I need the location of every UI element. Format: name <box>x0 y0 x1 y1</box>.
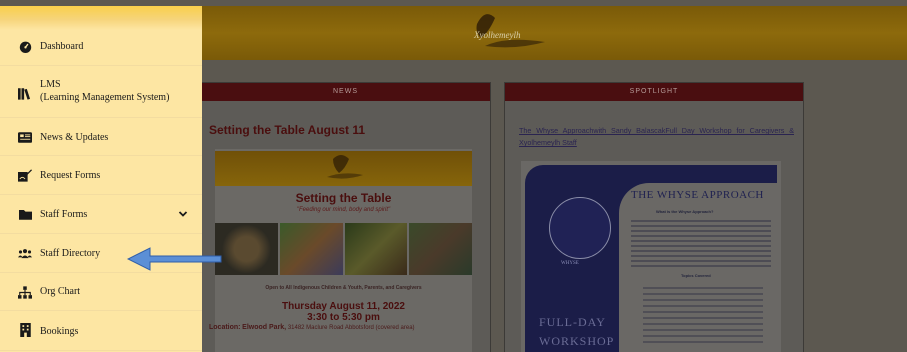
spotlight-poster-image[interactable]: WHYSE THE WHYSE APPROACH What is the Why… <box>521 161 781 352</box>
news-panel-heading: NEWS <box>201 83 490 101</box>
news-flyer-image[interactable]: Setting the Table "Feeding our mind, bod… <box>209 149 472 352</box>
flyer-time: 3:30 to 5:30 pm <box>307 312 380 323</box>
sidebar-item-label: Request Forms <box>40 170 101 181</box>
poster-title: THE WHYSE APPROACH <box>631 189 764 201</box>
sidebar-item-label: News & Updates <box>40 132 109 143</box>
poster-full-day-line-1: FULL-DAY <box>539 315 606 329</box>
poster-full-day: FULL-DAY WORKSHOP <box>539 313 614 351</box>
dashboard-icon <box>18 39 32 53</box>
poster-topics-list <box>643 283 763 347</box>
sidebar-item-label-line-1: LMS <box>40 79 61 90</box>
sidebar-item-label: Dashboard <box>40 41 84 52</box>
flyer-photo <box>344 223 408 275</box>
sidebar-item-label-line-2: (Learning Management System) <box>40 92 170 103</box>
sidebar-item-label: Staff Directory <box>40 248 101 259</box>
sidebar-item-label: Org Chart <box>40 286 81 297</box>
sidebar-item-request-forms[interactable]: Request Forms <box>0 156 202 195</box>
flyer-logo-icon <box>327 155 363 179</box>
chevron-down-icon[interactable] <box>178 209 188 219</box>
sidebar-item-label: Staff Forms <box>40 209 88 220</box>
flyer-location-place: Elwood Park, <box>242 324 287 331</box>
flyer-location-label: Location: <box>209 324 241 331</box>
sidebar-item-lms[interactable]: LMS (Learning Management System) <box>0 66 202 118</box>
flyer-location-detail: 31482 Maclure Road Abbotsford (covered a… <box>287 325 415 331</box>
poster-body-text <box>631 217 771 270</box>
sidebar-item-staff-forms[interactable]: Staff Forms <box>0 195 202 234</box>
sidebar-item-bookings[interactable]: Bookings <box>0 311 202 351</box>
spotlight-panel: SPOTLIGHT The Whyse Approachwith Sandy B… <box>504 82 804 352</box>
flyer-photo <box>215 223 278 275</box>
sidebar-item-dashboard[interactable]: Dashboard <box>0 26 202 66</box>
site-logo-text: Xyolhemeylh <box>474 30 521 40</box>
poster-full-day-line-2: WORKSHOP <box>539 334 615 348</box>
poster-topics-heading: Topics Covered <box>681 273 711 278</box>
poster-logo-text: WHYSE <box>561 261 579 266</box>
flyer-banner <box>215 151 472 186</box>
flyer-location: Location: Elwood Park, 31482 Maclure Roa… <box>209 324 479 331</box>
flyer-date: Thursday August 11, 2022 3:30 to 5:30 pm <box>215 301 472 323</box>
poster-subtitle: What is the Whyse Approach? <box>656 209 714 214</box>
signature-icon <box>18 168 32 182</box>
building-icon <box>18 323 32 337</box>
sidebar-item-org-chart[interactable]: Org Chart <box>0 273 202 311</box>
flyer-date-line: Thursday August 11, 2022 <box>281 301 405 312</box>
sidebar-item-label: LMS (Learning Management System) <box>40 78 169 104</box>
sidebar: Dashboard LMS (Learning Management Syste… <box>0 6 202 352</box>
folder-icon <box>18 207 32 221</box>
flyer-audience: Open to All Indigenous Children & Youth,… <box>265 285 422 291</box>
spotlight-panel-heading: SPOTLIGHT <box>505 83 803 101</box>
spotlight-link[interactable]: The Whyse Approachwith Sandy BalascakFul… <box>519 125 794 149</box>
users-icon <box>18 246 32 260</box>
sidebar-item-news-updates[interactable]: News & Updates <box>0 118 202 156</box>
flyer-photo <box>279 223 343 275</box>
sitemap-icon <box>18 285 32 299</box>
newspaper-icon <box>18 130 32 144</box>
news-article-title[interactable]: Setting the Table August 11 <box>209 123 365 137</box>
flyer-tagline: "Feeding our mind, body and spirit" <box>296 207 391 213</box>
flyer-photos <box>215 223 472 275</box>
sidebar-item-label: Bookings <box>40 326 79 337</box>
annotation-arrow <box>126 247 222 271</box>
flyer-heading: Setting the Table <box>295 191 392 205</box>
books-icon <box>18 86 32 100</box>
flyer-photo <box>409 223 472 275</box>
tree-icon <box>549 197 611 259</box>
news-panel: NEWS Setting the Table August 11 Setting… <box>200 82 491 352</box>
